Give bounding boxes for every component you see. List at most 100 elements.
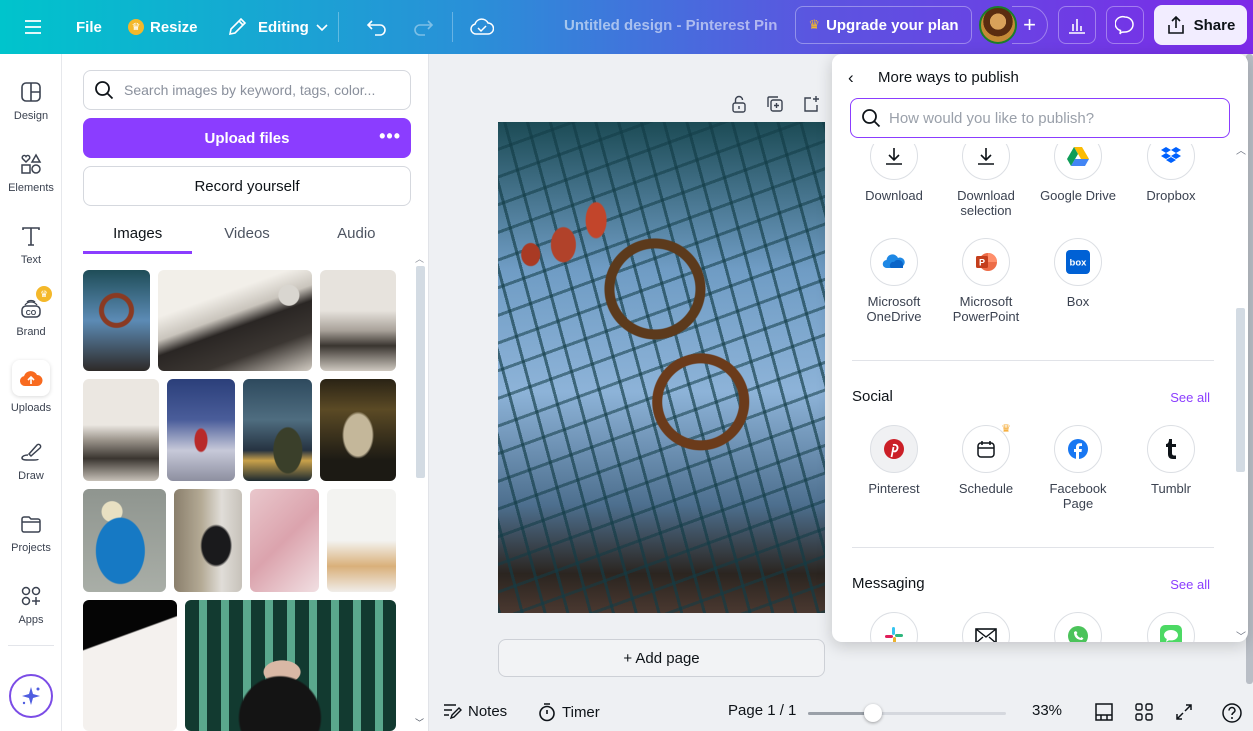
social-see-all-link[interactable]: See all <box>1170 390 1210 405</box>
publish-panel: ‹ More ways to publish Download Download… <box>832 54 1248 642</box>
messaging-see-all-link[interactable]: See all <box>1170 577 1210 592</box>
more-options-icon[interactable]: ••• <box>379 126 401 147</box>
divider <box>852 360 1214 361</box>
rail-item-draw[interactable]: Draw <box>0 434 62 494</box>
tab-images[interactable]: Images <box>83 218 193 254</box>
option-box[interactable]: box Box <box>1033 238 1123 309</box>
undo-button[interactable] <box>356 9 398 45</box>
insights-button[interactable] <box>1058 6 1096 44</box>
cloud-check-icon <box>470 18 494 35</box>
dropbox-icon <box>1161 147 1181 163</box>
option-slack[interactable] <box>849 612 939 642</box>
box-icon: box <box>1066 250 1090 274</box>
fullscreen-button[interactable] <box>1174 702 1194 722</box>
side-rail: Design Elements Text CO ♛ Brand Uploads … <box>0 54 62 731</box>
image-search-field[interactable] <box>83 70 411 110</box>
upload-files-button[interactable]: Upload files ••• <box>83 118 411 158</box>
comments-button[interactable] <box>1106 6 1144 44</box>
scroll-up-icon[interactable]: ︿ <box>1236 142 1246 157</box>
magic-assistant-button[interactable] <box>9 674 53 718</box>
image-thumbnail[interactable] <box>158 270 312 371</box>
publish-search-input[interactable] <box>889 109 1219 127</box>
image-thumbnail[interactable] <box>83 600 177 731</box>
redo-button[interactable] <box>402 9 444 45</box>
image-thumbnail[interactable] <box>83 489 166 592</box>
sparkle-icon <box>22 687 40 705</box>
zoom-slider[interactable] <box>808 704 1006 722</box>
add-page-icon[interactable] <box>801 94 821 114</box>
editing-mode-dropdown[interactable]: Editing <box>216 9 339 45</box>
image-thumbnail[interactable] <box>327 489 396 592</box>
rail-item-projects[interactable]: Projects <box>0 506 62 566</box>
back-chevron-icon[interactable]: ‹ <box>848 68 854 88</box>
rail-item-design[interactable]: Design <box>0 74 62 134</box>
tumblr-icon <box>1166 439 1176 459</box>
add-page-button[interactable]: + Add page <box>498 639 825 677</box>
option-tumblr[interactable]: Tumblr <box>1126 425 1216 496</box>
rail-item-uploads[interactable]: Uploads <box>0 360 62 420</box>
download-icon <box>886 148 902 165</box>
option-onedrive[interactable]: Microsoft OneDrive <box>849 238 939 324</box>
image-thumbnail[interactable] <box>167 379 235 481</box>
option-download-selection[interactable]: Download selection <box>941 132 1031 218</box>
scroll-down-icon: ﹀ <box>415 718 425 728</box>
search-icon <box>95 81 114 100</box>
crown-icon: ♛ <box>128 19 144 35</box>
image-thumbnail[interactable] <box>83 270 150 371</box>
publish-scrollbar-thumb[interactable] <box>1236 308 1245 472</box>
rail-item-text[interactable]: Text <box>0 218 62 278</box>
rail-item-elements[interactable]: Elements <box>0 146 62 206</box>
share-button[interactable]: Share <box>1154 5 1247 45</box>
page-indicator[interactable]: Page 1 / 1 <box>728 702 796 719</box>
resize-button[interactable]: ♛ Resize <box>118 9 208 45</box>
tab-videos[interactable]: Videos <box>192 218 301 254</box>
bottom-bar: Notes Timer Page 1 / 1 33% <box>430 694 1253 731</box>
lock-icon[interactable] <box>729 94 749 114</box>
image-thumbnail[interactable] <box>83 379 159 481</box>
tab-audio[interactable]: Audio <box>302 218 411 254</box>
zoom-slider-handle[interactable] <box>864 704 883 722</box>
image-thumbnail[interactable] <box>320 379 396 481</box>
duplicate-page-icon[interactable] <box>765 94 785 114</box>
panel-scrollbar-thumb[interactable] <box>416 266 425 478</box>
option-messages[interactable] <box>1126 612 1216 642</box>
calendar-icon <box>977 441 995 458</box>
user-avatar[interactable] <box>979 6 1017 44</box>
publish-search-field[interactable] <box>850 98 1230 138</box>
option-schedule[interactable]: ♛ Schedule <box>941 423 1031 496</box>
pencil-icon <box>228 17 247 36</box>
zoom-level[interactable]: 33% <box>1032 702 1062 719</box>
image-thumbnail[interactable] <box>174 489 242 592</box>
option-email[interactable] <box>941 612 1031 642</box>
image-thumbnail[interactable] <box>250 489 319 592</box>
option-whatsapp[interactable] <box>1033 612 1123 642</box>
grid-view-button[interactable] <box>1134 702 1154 722</box>
timer-button[interactable]: Timer <box>538 702 600 722</box>
main-menu-button[interactable] <box>14 9 52 45</box>
save-status-button[interactable] <box>460 9 504 45</box>
record-yourself-button[interactable]: Record yourself <box>83 166 411 206</box>
file-menu-button[interactable]: File <box>66 9 112 45</box>
rail-item-apps[interactable]: Apps <box>0 578 62 638</box>
image-thumbnail[interactable] <box>320 270 396 371</box>
crown-icon: ♛ <box>808 17 821 32</box>
image-thumbnail[interactable] <box>243 379 312 481</box>
design-page-photo[interactable] <box>498 122 825 613</box>
scroll-down-icon[interactable]: ﹀ <box>1236 628 1246 642</box>
bar-chart-icon <box>1069 19 1085 34</box>
option-facebook-page[interactable]: Facebook Page <box>1033 425 1123 511</box>
media-tabs: Images Videos Audio <box>83 218 411 254</box>
help-button[interactable] <box>1221 702 1243 724</box>
option-powerpoint[interactable]: P Microsoft PowerPoint <box>941 238 1031 324</box>
upload-share-icon <box>1167 15 1184 34</box>
image-search-input[interactable] <box>124 82 394 98</box>
design-title[interactable]: Untitled design - Pinterest Pin <box>564 17 777 34</box>
page-view-button[interactable] <box>1094 702 1114 722</box>
notes-button[interactable]: Notes <box>442 702 507 720</box>
option-pinterest[interactable]: Pinterest <box>849 425 939 496</box>
add-collaborator-button[interactable]: + <box>1012 6 1048 44</box>
publish-panel-header: ‹ More ways to publish <box>832 54 1248 144</box>
image-thumbnail[interactable] <box>185 600 396 731</box>
upgrade-plan-button[interactable]: ♛ Upgrade your plan <box>795 6 972 44</box>
rail-item-brand[interactable]: CO ♛ Brand <box>0 286 62 350</box>
